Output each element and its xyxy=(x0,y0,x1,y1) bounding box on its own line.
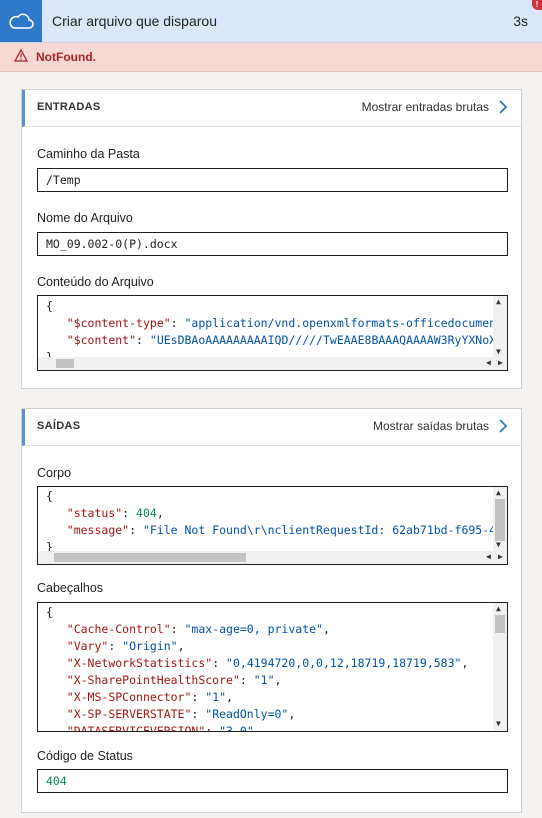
warning-icon xyxy=(13,48,29,67)
horizontal-scrollbar[interactable]: ◀ ▶ xyxy=(38,551,507,564)
error-banner: NotFound. xyxy=(0,43,542,72)
chevron-right-icon[interactable] xyxy=(498,100,508,119)
status-code-label: Código de Status xyxy=(37,749,133,763)
error-badge: ! xyxy=(532,0,542,10)
error-message: NotFound. xyxy=(36,50,96,64)
headers-label: Cabeçalhos xyxy=(37,581,104,595)
vertical-scrollbar[interactable]: ▲ ▼ xyxy=(493,487,507,551)
onedrive-cloud-icon xyxy=(0,0,42,42)
headers-code[interactable]: { "Cache-Control": "max-age=0, private",… xyxy=(37,602,508,732)
outputs-section-title: SAÍDAS xyxy=(37,420,81,432)
header-row: "X-NetworkStatistics": "0,4194720,0,0,12… xyxy=(66,656,469,670)
folder-path-label: Caminho da Pasta xyxy=(37,147,140,161)
vertical-scrollbar[interactable]: ▲ ▼ xyxy=(493,603,507,731)
inputs-section-title: ENTRADAS xyxy=(37,101,101,113)
body-code[interactable]: { "status": 404, "message": "File Not Fo… xyxy=(37,486,508,565)
horizontal-scrollbar[interactable]: ◀ ▶ xyxy=(38,357,507,370)
outputs-card: SAÍDAS Mostrar saídas brutas Corpo { "st… xyxy=(21,408,522,813)
status-code-field[interactable]: 404 xyxy=(37,769,508,793)
show-raw-inputs-link[interactable]: Mostrar entradas brutas xyxy=(362,100,489,114)
duration-label: 3s xyxy=(513,13,528,29)
file-content-code[interactable]: { "$content-type": "application/vnd.open… xyxy=(37,295,508,371)
action-header[interactable]: Criar arquivo que disparou 3s ! xyxy=(0,0,542,43)
header-row: "DATASERVICEVERSION": "3.0", xyxy=(66,724,261,732)
header-row: "X-SharePointHealthScore": "1", xyxy=(66,673,282,687)
body-label: Corpo xyxy=(37,466,72,480)
header-row: "X-SP-SERVERSTATE": "ReadOnly=0", xyxy=(66,707,296,721)
header-row: "Vary": "Origin", xyxy=(66,639,185,653)
header-row: "Cache-Control": "max-age=0, private", xyxy=(66,622,330,636)
inputs-card: ENTRADAS Mostrar entradas brutas Caminho… xyxy=(21,89,522,389)
outputs-header: SAÍDAS Mostrar saídas brutas xyxy=(22,409,521,446)
vertical-scrollbar[interactable]: ▲ ▼ xyxy=(493,296,507,358)
action-title: Criar arquivo que disparou xyxy=(52,13,217,29)
inputs-header: ENTRADAS Mostrar entradas brutas xyxy=(22,90,521,127)
show-raw-outputs-link[interactable]: Mostrar saídas brutas xyxy=(373,419,489,433)
header-row: "X-MS-SPConnector": "1", xyxy=(66,690,233,704)
file-name-field[interactable]: MO_09.002-0(P).docx xyxy=(37,232,508,256)
folder-path-field[interactable]: /Temp xyxy=(37,168,508,192)
file-content-label: Conteúdo do Arquivo xyxy=(37,275,154,289)
chevron-right-icon[interactable] xyxy=(498,419,508,438)
file-name-label: Nome do Arquivo xyxy=(37,211,133,225)
